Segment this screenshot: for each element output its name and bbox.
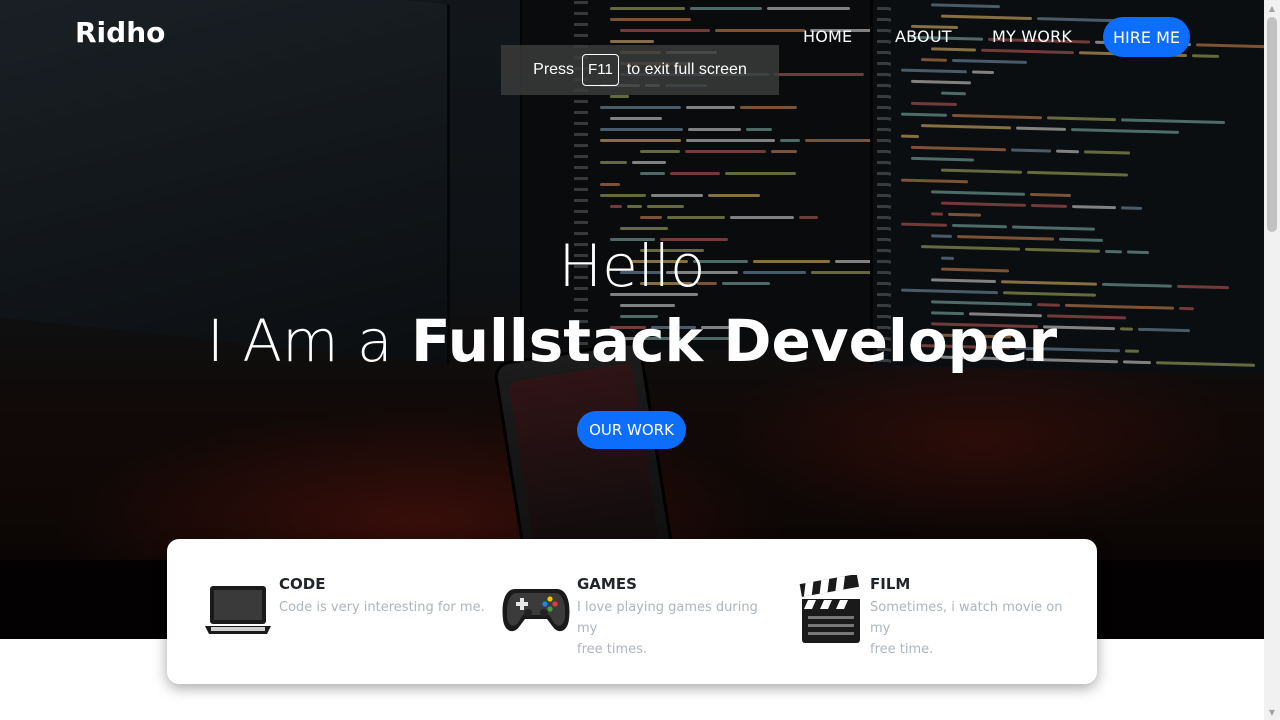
f11-key-badge: F11 — [582, 54, 619, 86]
gamepad-icon — [501, 583, 571, 641]
hero-tagline-role: Fullstack Developer — [411, 307, 1058, 375]
fullscreen-notice-prefix: Press — [533, 61, 575, 78]
hero-greeting: Hello — [558, 232, 706, 300]
feature-code: CODE Code is very interesting for me. — [203, 539, 493, 684]
feature-film-desc: Sometimes, i watch movie on my free time… — [870, 597, 1080, 660]
nav-link-about[interactable]: ABOUT — [895, 27, 952, 46]
feature-games-title: GAMES — [577, 575, 637, 593]
brand-logo[interactable]: Ridho — [75, 16, 165, 49]
nav-link-my-work[interactable]: MY WORK — [992, 27, 1072, 46]
feature-film-desc-line1: Sometimes, i watch movie on my — [870, 600, 1063, 636]
fullscreen-notice: Press F11 to exit full screen — [501, 45, 779, 95]
feature-games-desc: I love playing games during my free time… — [577, 597, 777, 660]
nav-link-home[interactable]: HOME — [803, 27, 852, 46]
features-card: CODE Code is very interesting for me. GA… — [167, 539, 1097, 684]
feature-games-desc-line1: I love playing games during my — [577, 600, 758, 636]
hero-tagline: I Am a Fullstack Developer — [0, 307, 1264, 375]
scroll-down-arrow-icon[interactable]: ▼ — [1264, 704, 1280, 720]
laptop-icon — [203, 583, 273, 641]
our-work-button[interactable]: OUR WORK — [577, 411, 686, 449]
feature-film-title: FILM — [870, 575, 911, 593]
feature-film-desc-line2: free time. — [870, 642, 934, 657]
hero-tagline-prefix: I Am a — [206, 307, 393, 375]
clapperboard-icon — [799, 574, 863, 649]
feature-film: FILM Sometimes, i watch movie on my free… — [799, 539, 1089, 684]
feature-games: GAMES I love playing games during my fre… — [501, 539, 791, 684]
scroll-up-arrow-icon[interactable]: ▲ — [1264, 0, 1280, 16]
fullscreen-notice-suffix: to exit full screen — [626, 61, 747, 78]
scroll-thumb[interactable] — [1267, 17, 1277, 232]
feature-code-title: CODE — [279, 575, 326, 593]
feature-code-desc: Code is very interesting for me. — [279, 600, 485, 615]
hire-me-button[interactable]: HIRE ME — [1103, 17, 1190, 57]
page-scrollbar[interactable]: ▲ ▼ — [1264, 0, 1280, 720]
feature-games-desc-line2: free times. — [577, 642, 648, 657]
